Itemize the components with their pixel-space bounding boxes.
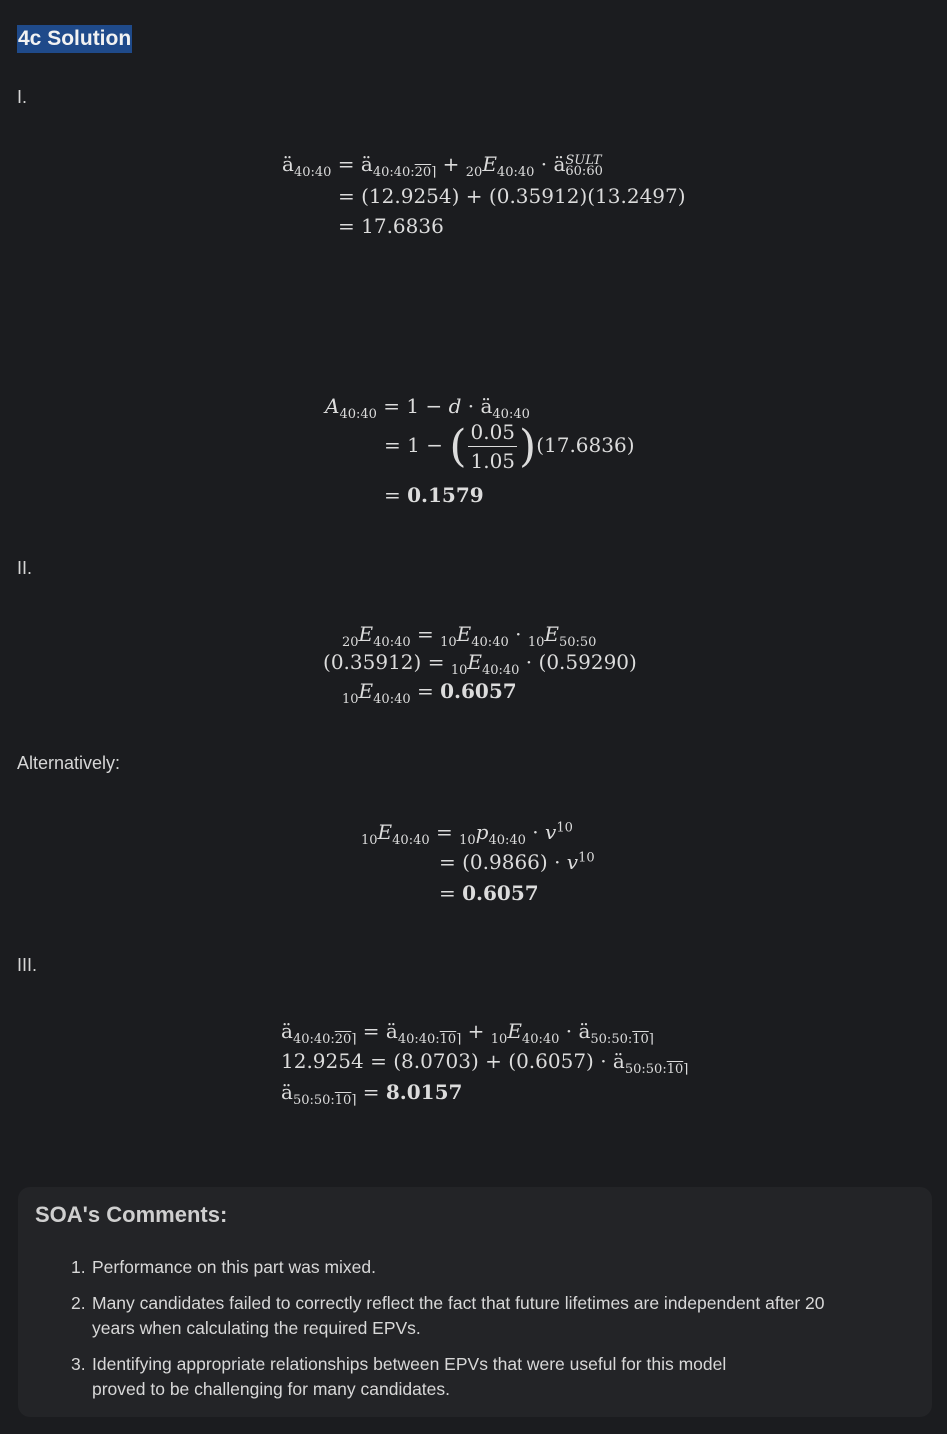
part-3-label: III.	[17, 955, 38, 975]
equation-alt-substitution: = (0.9866) · v10	[439, 850, 595, 874]
equation-10e-result: 10E40:40 = 0.6057	[342, 679, 517, 707]
equation-annuity-20yr: ä40:40:20⌉ = ä40:40:10⌉ + 10E40:40 · ä50…	[281, 1019, 654, 1047]
equation-a-result: = 0.1579	[384, 483, 484, 507]
alternatively-label: Alternatively:	[17, 753, 121, 773]
comment-item: 1. Performance on this part was mixed.	[71, 1257, 377, 1277]
page-title: 4c Solution	[17, 25, 133, 53]
equation-line-result: = 17.6836	[338, 214, 444, 238]
equation-a-substitution: = 1 − (0.05 1.05)(17.6836)	[384, 420, 635, 473]
part-2-label: II.	[17, 558, 33, 578]
equation-alt-10e: 10E40:40 = 10p40:40 · v10	[361, 820, 573, 848]
equation-annuity-40-40: ä40:40 = ä40:40:20⌉ + 20E40:40 · äSULT 60…	[282, 152, 603, 180]
equation-20e-40-40: 20E40:40 = 10E40:40 · 10E50:50	[342, 622, 597, 650]
sult-label: SULT	[565, 153, 602, 168]
part-1-label: I.	[17, 87, 28, 107]
comment-item: 2. Many candidates failed to correctly r…	[71, 1293, 825, 1338]
equation-a-40-40: A40:40 = 1 − d · ä40:40	[325, 394, 530, 422]
equation-line-substitution: = (12.9254) + (0.35912)(13.2497)	[338, 184, 686, 208]
equation-20e-substitution: (0.35912) = 10E40:40 · (0.59290)	[323, 650, 637, 678]
soa-comments-heading: SOA's Comments:	[35, 1202, 228, 1227]
equation-annuity-substitution: 12.9254 = (8.0703) + (0.6057) · ä50:50:1…	[281, 1049, 689, 1077]
comment-item: 3. Identifying appropriate relationships…	[71, 1354, 727, 1399]
equation-annuity-result: ä50:50:10⌉ = 8.0157	[281, 1080, 463, 1108]
equation-alt-result: = 0.6057	[439, 881, 539, 905]
